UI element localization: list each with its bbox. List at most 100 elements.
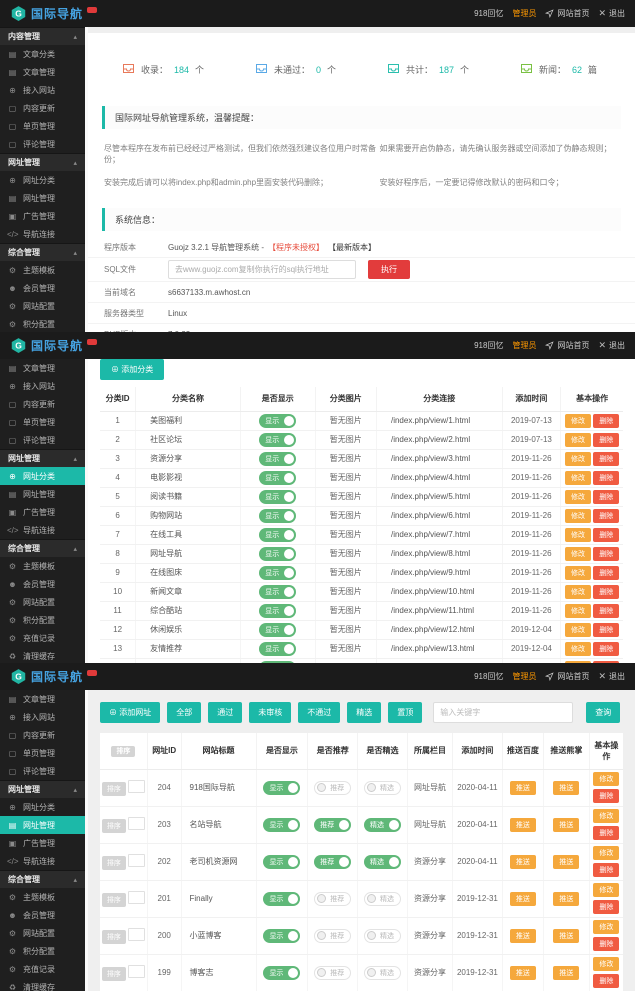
sidebar-section-header[interactable]: 综合管理▴ [0,870,85,888]
edit-button[interactable]: 修改 [593,920,619,934]
sql-url-input[interactable] [168,260,356,279]
show-toggle[interactable]: 显示 [259,414,296,428]
sidebar-item[interactable]: ⊕接入网站 [0,708,85,726]
edit-button[interactable]: 修改 [593,883,619,897]
home-link[interactable]: 网站首页 [545,340,589,351]
edit-button[interactable]: 修改 [565,547,591,561]
delete-button[interactable]: 删除 [593,623,619,637]
sidebar-item[interactable]: </>导航连接 [0,852,85,870]
sidebar-item[interactable]: ☻会员管理 [0,906,85,924]
featured-toggle[interactable]: 精选 [364,966,401,980]
show-toggle[interactable]: 显示 [259,604,296,618]
push-baidu-button[interactable]: 推送 [510,781,536,795]
sidebar-item[interactable]: ⊕接入网站 [0,81,85,99]
sidebar-item[interactable]: ⚙主题模板 [0,888,85,906]
show-toggle[interactable]: 显示 [259,433,296,447]
sort-button[interactable]: 排序 [102,856,126,870]
delete-button[interactable]: 删除 [593,509,619,523]
sort-button[interactable]: 排序 [102,782,126,796]
push-baidu-button[interactable]: 推送 [510,818,536,832]
edit-button[interactable]: 修改 [593,957,619,971]
push-xiongzhang-button[interactable]: 推送 [553,781,579,795]
filter-rejected-button[interactable]: 不通过 [298,702,340,723]
sort-order-input[interactable] [128,817,145,830]
push-baidu-button[interactable]: 推送 [510,855,536,869]
sort-button[interactable]: 排序 [102,819,126,833]
delete-button[interactable]: 删除 [593,974,619,988]
sidebar-item[interactable]: ▤文章管理 [0,690,85,708]
sidebar-item[interactable]: ▤网址管理 [0,189,85,207]
edit-button[interactable]: 修改 [565,471,591,485]
sidebar-section-header[interactable]: 内容管理▴ [0,27,85,45]
sidebar-item[interactable]: </>导航连接 [0,521,85,539]
edit-button[interactable]: 修改 [565,433,591,447]
show-toggle[interactable]: 显示 [259,642,296,656]
delete-button[interactable]: 删除 [593,566,619,580]
delete-button[interactable]: 删除 [593,414,619,428]
filter-top-button[interactable]: 置顶 [388,702,422,723]
delete-button[interactable]: 删除 [593,433,619,447]
sidebar-item[interactable]: ⚙积分配置 [0,611,85,629]
sidebar-item[interactable]: ▤网址管理 [0,485,85,503]
edit-button[interactable]: 修改 [565,528,591,542]
recommend-toggle[interactable]: 推荐 [314,892,351,906]
logo[interactable]: G 国际导航 [10,337,97,355]
show-toggle[interactable]: 显示 [263,818,300,832]
push-xiongzhang-button[interactable]: 推送 [553,892,579,906]
recommend-toggle[interactable]: 推荐 [314,781,351,795]
sidebar-item[interactable]: ⊕网址分类 [0,171,85,189]
edit-button[interactable]: 修改 [565,490,591,504]
push-xiongzhang-button[interactable]: 推送 [553,966,579,980]
sidebar-item[interactable]: ▤文章分类 [0,45,85,63]
push-baidu-button[interactable]: 推送 [510,892,536,906]
show-toggle[interactable]: 显示 [259,566,296,580]
delete-button[interactable]: 删除 [593,900,619,914]
delete-button[interactable]: 删除 [593,937,619,951]
delete-button[interactable]: 删除 [593,604,619,618]
edit-button[interactable]: 修改 [565,509,591,523]
show-toggle[interactable]: 显示 [259,623,296,637]
delete-button[interactable]: 删除 [593,452,619,466]
edit-button[interactable]: 修改 [565,566,591,580]
edit-button[interactable]: 修改 [593,809,619,823]
edit-button[interactable]: 修改 [565,414,591,428]
show-toggle[interactable]: 显示 [259,528,296,542]
logo[interactable]: G 国际导航 [10,5,97,23]
recommend-toggle[interactable]: 推荐 [314,929,351,943]
show-toggle[interactable]: 显示 [263,966,300,980]
sidebar-item[interactable]: ♻清理缓存 [0,978,85,991]
latest-version-link[interactable]: 【最新版本】 [328,242,376,253]
show-toggle[interactable]: 显示 [259,452,296,466]
keyword-search-input[interactable] [433,702,573,723]
featured-toggle[interactable]: 精选 [364,781,401,795]
sidebar-item[interactable]: ▣广告管理 [0,207,85,225]
push-baidu-button[interactable]: 推送 [510,929,536,943]
home-link[interactable]: 网站首页 [545,671,589,682]
edit-button[interactable]: 修改 [565,452,591,466]
delete-button[interactable]: 删除 [593,642,619,656]
show-toggle[interactable]: 显示 [259,585,296,599]
sidebar-item[interactable]: ⊕网址分类 [0,798,85,816]
sidebar-item[interactable]: ⊕接入网站 [0,377,85,395]
sort-order-input[interactable] [128,854,145,867]
logout-link[interactable]: ✕ 退出 [598,671,625,682]
sort-order-input[interactable] [128,780,145,793]
sidebar-item[interactable]: ☻会员管理 [0,575,85,593]
sort-button[interactable]: 排序 [102,893,126,907]
sidebar-item[interactable]: ♻清理缓存 [0,647,85,663]
recommend-toggle[interactable]: 推荐 [314,966,351,980]
sidebar-item[interactable]: ▣广告管理 [0,834,85,852]
sidebar-item[interactable]: ▤网址管理 [0,816,85,834]
push-baidu-button[interactable]: 推送 [510,966,536,980]
delete-button[interactable]: 删除 [593,490,619,504]
sidebar-item[interactable]: ⊕网址分类 [0,467,85,485]
push-xiongzhang-button[interactable]: 推送 [553,818,579,832]
delete-button[interactable]: 删除 [593,471,619,485]
sidebar-item[interactable]: ▢内容更新 [0,395,85,413]
show-toggle[interactable]: 显示 [259,490,296,504]
sidebar-item[interactable]: ▣广告管理 [0,503,85,521]
filter-all-button[interactable]: 全部 [167,702,201,723]
sidebar-section-header[interactable]: 网址管理▴ [0,153,85,171]
home-link[interactable]: 网站首页 [545,8,589,19]
sidebar-section-header[interactable]: 综合管理▴ [0,539,85,557]
